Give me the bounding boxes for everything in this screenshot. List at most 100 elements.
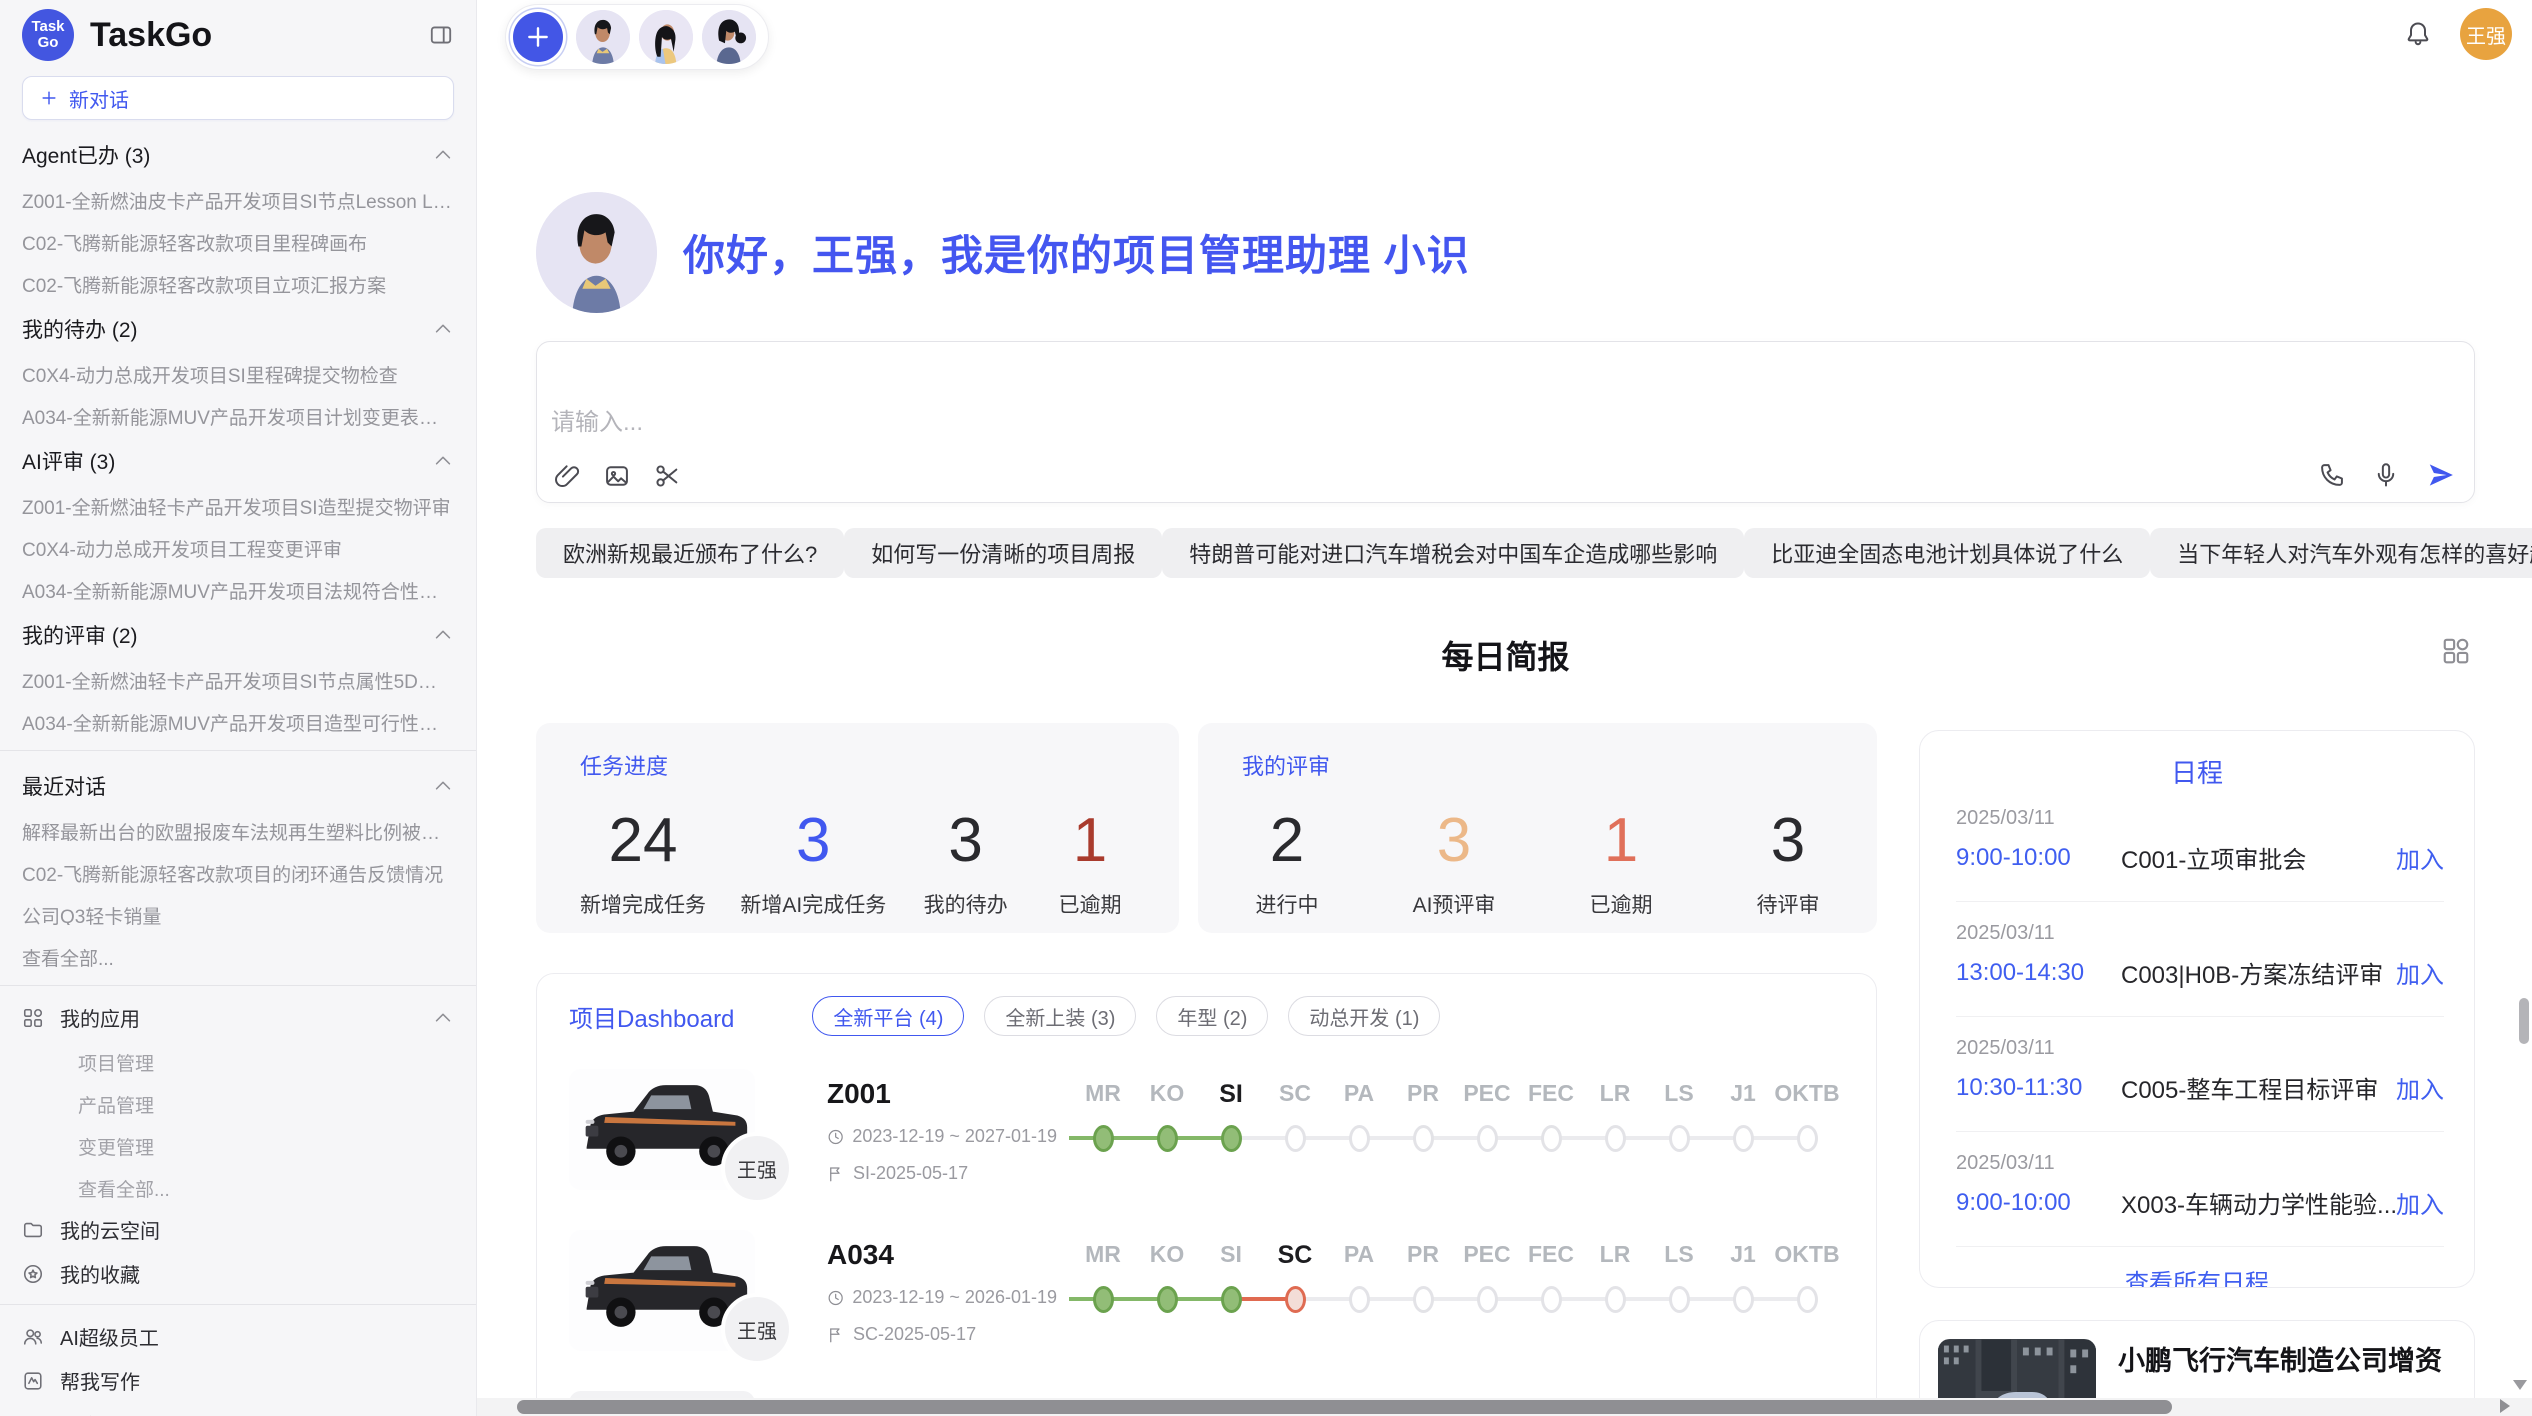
recent-view-all-link[interactable]: 查看全部... [22,944,454,967]
mic-button[interactable] [2372,461,2400,489]
vertical-scrollbar-thumb[interactable] [2519,998,2529,1044]
flag-icon [827,1165,845,1183]
sidebar-task-item[interactable]: A034-全新新能源MUV产品开发项目法规符合性评审 [22,577,454,600]
join-link[interactable]: 加入 [2396,1185,2444,1220]
sidebar-task-item[interactable]: C0X4-动力总成开发项目SI里程碑提交物检查 [22,361,454,384]
project-info: A034 2023-12-19 ~ 2026-01-19 SC-2025-05-… [827,1227,1057,1360]
app-item-change-mgmt[interactable]: 变更管理 [78,1133,454,1156]
left-column: 任务进度 24 新增完成任务 3 新增AI完成任务 3 [536,723,1877,1416]
filter-new-platform[interactable]: 全新平台 (4) [812,996,964,1036]
suggestion-chip[interactable]: 如何写一份清晰的项目周报 [844,528,1162,578]
sidebar-task-item[interactable]: C02-飞腾新能源轻客改款项目立项汇报方案 [22,271,454,294]
sidebar-item-help-write[interactable]: 帮我写作 [22,1368,454,1393]
suggestion-chip[interactable]: 比亚迪全固态电池计划具体说了什么 [1744,528,2150,578]
project-dates: 2023-12-19 ~ 2027-01-19 [827,1126,1057,1147]
sidebar-collapse-button[interactable] [428,22,454,48]
apps-view-all-link[interactable]: 查看全部... [78,1175,454,1198]
section-agent-done[interactable]: Agent已办 (3) [22,142,454,168]
suggestion-chip[interactable]: 当下年轻人对汽车外观有怎样的喜好趋势 [2150,528,2532,578]
plus-icon [39,88,59,108]
sidebar-task-item[interactable]: Z001-全新燃油皮卡产品开发项目SI节点Lesson Learn报告 [22,187,454,210]
project-row-z001[interactable]: 王强 Z001 2023-12-19 ~ 2027-01-19 SI-2025-… [569,1066,1844,1199]
voice-call-button[interactable] [2318,461,2346,489]
sidebar-item-favorites[interactable]: 我的收藏 [22,1261,454,1286]
scroll-down-arrow[interactable] [2513,1380,2527,1390]
sidebar-item-cloud-space[interactable]: 我的云空间 [22,1217,454,1242]
users-icon [22,1326,44,1348]
new-chat-button[interactable]: 新对话 [22,76,454,120]
app-item-product-mgmt[interactable]: 产品管理 [78,1091,454,1114]
stat-new-done: 24 新增完成任务 [580,807,706,919]
chevron-up-icon[interactable] [432,144,454,166]
sidebar-task-item[interactable]: C02-飞腾新能源轻客改款项目里程碑画布 [22,229,454,252]
stat-label: 已逾期 [1045,889,1135,919]
chevron-up-icon[interactable] [432,624,454,646]
stat-value: 3 [1743,807,1833,875]
filter-powertrain[interactable]: 动总开发 (1) [1288,996,1440,1036]
stat-new-ai-done: 3 新增AI完成任务 [740,807,886,919]
project-code: A034 [827,1239,1057,1271]
recent-chat-item[interactable]: 公司Q3轻卡销量 [22,902,454,925]
agent-avatar[interactable] [576,10,630,64]
chevron-up-icon[interactable] [432,775,454,797]
suggestion-chips: 欧洲新规最近颁布了什么? 如何写一份清晰的项目周报 特朗普可能对进口汽车增税会对… [536,528,2475,578]
composer-left-icons [553,462,681,490]
section-my-review[interactable]: 我的评审 (2) [22,622,454,648]
divider [0,750,476,751]
chevron-up-icon[interactable] [432,1007,454,1029]
sidebar-task-item[interactable]: C0X4-动力总成开发项目工程变更评审 [22,535,454,558]
suggestion-chip[interactable]: 欧洲新规最近颁布了什么? [536,528,844,578]
join-link[interactable]: 加入 [2396,840,2444,875]
milestone-dot-future [1285,1125,1306,1152]
section-ai-review[interactable]: AI评审 (3) [22,448,454,474]
sidebar-task-item[interactable]: Z001-全新燃油轻卡产品开发项目SI节点属性5D文件评审 [22,667,454,690]
card-title: 任务进度 [580,749,1135,781]
milestone-timeline: MR KO SI SC PA PR PEC FEC LR LS J1 OKTB [1071,1227,1839,1360]
filter-new-body[interactable]: 全新上装 (3) [984,996,1136,1036]
app-logo: Task Go [22,9,74,61]
view-all-schedule-link[interactable]: 查看所有日程 [1920,1247,2474,1288]
milestone-dot-future [1797,1125,1818,1152]
project-row-a034[interactable]: 王强 A034 2023-12-19 ~ 2026-01-19 SC-2025-… [569,1227,1844,1360]
sidebar-item-creative-draw[interactable]: 创意制图 [22,1412,454,1416]
sidebar-item-ai-employee[interactable]: AI超级员工 [22,1324,454,1349]
horizontal-scrollbar-thumb[interactable] [517,1400,2172,1414]
section-recent-chats[interactable]: 最近对话 [22,773,454,799]
scroll-right-arrow[interactable] [2500,1399,2510,1413]
section-my-todo[interactable]: 我的待办 (2) [22,316,454,342]
add-agent-button[interactable] [513,12,563,62]
sidebar-item-my-apps[interactable]: 我的应用 [22,1005,454,1030]
schedule-time: 13:00-14:30 [1956,959,2121,987]
help-write-label: 帮我写作 [60,1366,140,1395]
milestone-dot-future [1349,1286,1370,1313]
notifications-button[interactable] [2404,20,2432,48]
sidebar-task-item[interactable]: Z001-全新燃油轻卡产品开发项目SI造型提交物评审 [22,493,454,516]
recent-chat-item[interactable]: C02-飞腾新能源轻客改款项目的闭环通告反馈情况 [22,860,454,883]
milestone-dot-future [1413,1125,1434,1152]
snippet-button[interactable] [653,462,681,490]
chevron-up-icon[interactable] [432,318,454,340]
chevron-up-icon[interactable] [432,450,454,472]
send-button[interactable] [2426,460,2456,490]
filter-year-model[interactable]: 年型 (2) [1156,996,1268,1036]
attach-button[interactable] [553,462,581,490]
chat-input[interactable] [551,362,2251,442]
divider [0,1304,476,1305]
sidebar-task-item[interactable]: A034-全新新能源MUV产品开发项目造型可行性评审 [22,709,454,732]
agent-avatar[interactable] [639,10,693,64]
suggestion-chip[interactable]: 特朗普可能对进口汽车增税会对中国车企造成哪些影响 [1162,528,1744,578]
app-item-project-mgmt[interactable]: 项目管理 [78,1049,454,1072]
recent-chat-item[interactable]: 解释最新出台的欧盟报废车法规再生塑料比例被调至15%... [22,818,454,841]
grid-layout-icon [2441,636,2471,666]
join-link[interactable]: 加入 [2396,1070,2444,1105]
image-upload-button[interactable] [603,462,631,490]
layout-toggle-button[interactable] [2441,636,2471,666]
milestone-dot-future [1605,1286,1626,1313]
clock-icon [827,1289,844,1307]
sidebar-task-item[interactable]: A034-全新新能源MUV产品开发项目计划变更表编写 [22,403,454,426]
join-link[interactable]: 加入 [2396,955,2444,990]
milestone-dot-done [1157,1286,1178,1313]
user-avatar[interactable]: 王强 [2460,8,2512,60]
date-range: 2023-12-19 ~ 2027-01-19 [852,1126,1057,1147]
agent-avatar[interactable] [702,10,756,64]
